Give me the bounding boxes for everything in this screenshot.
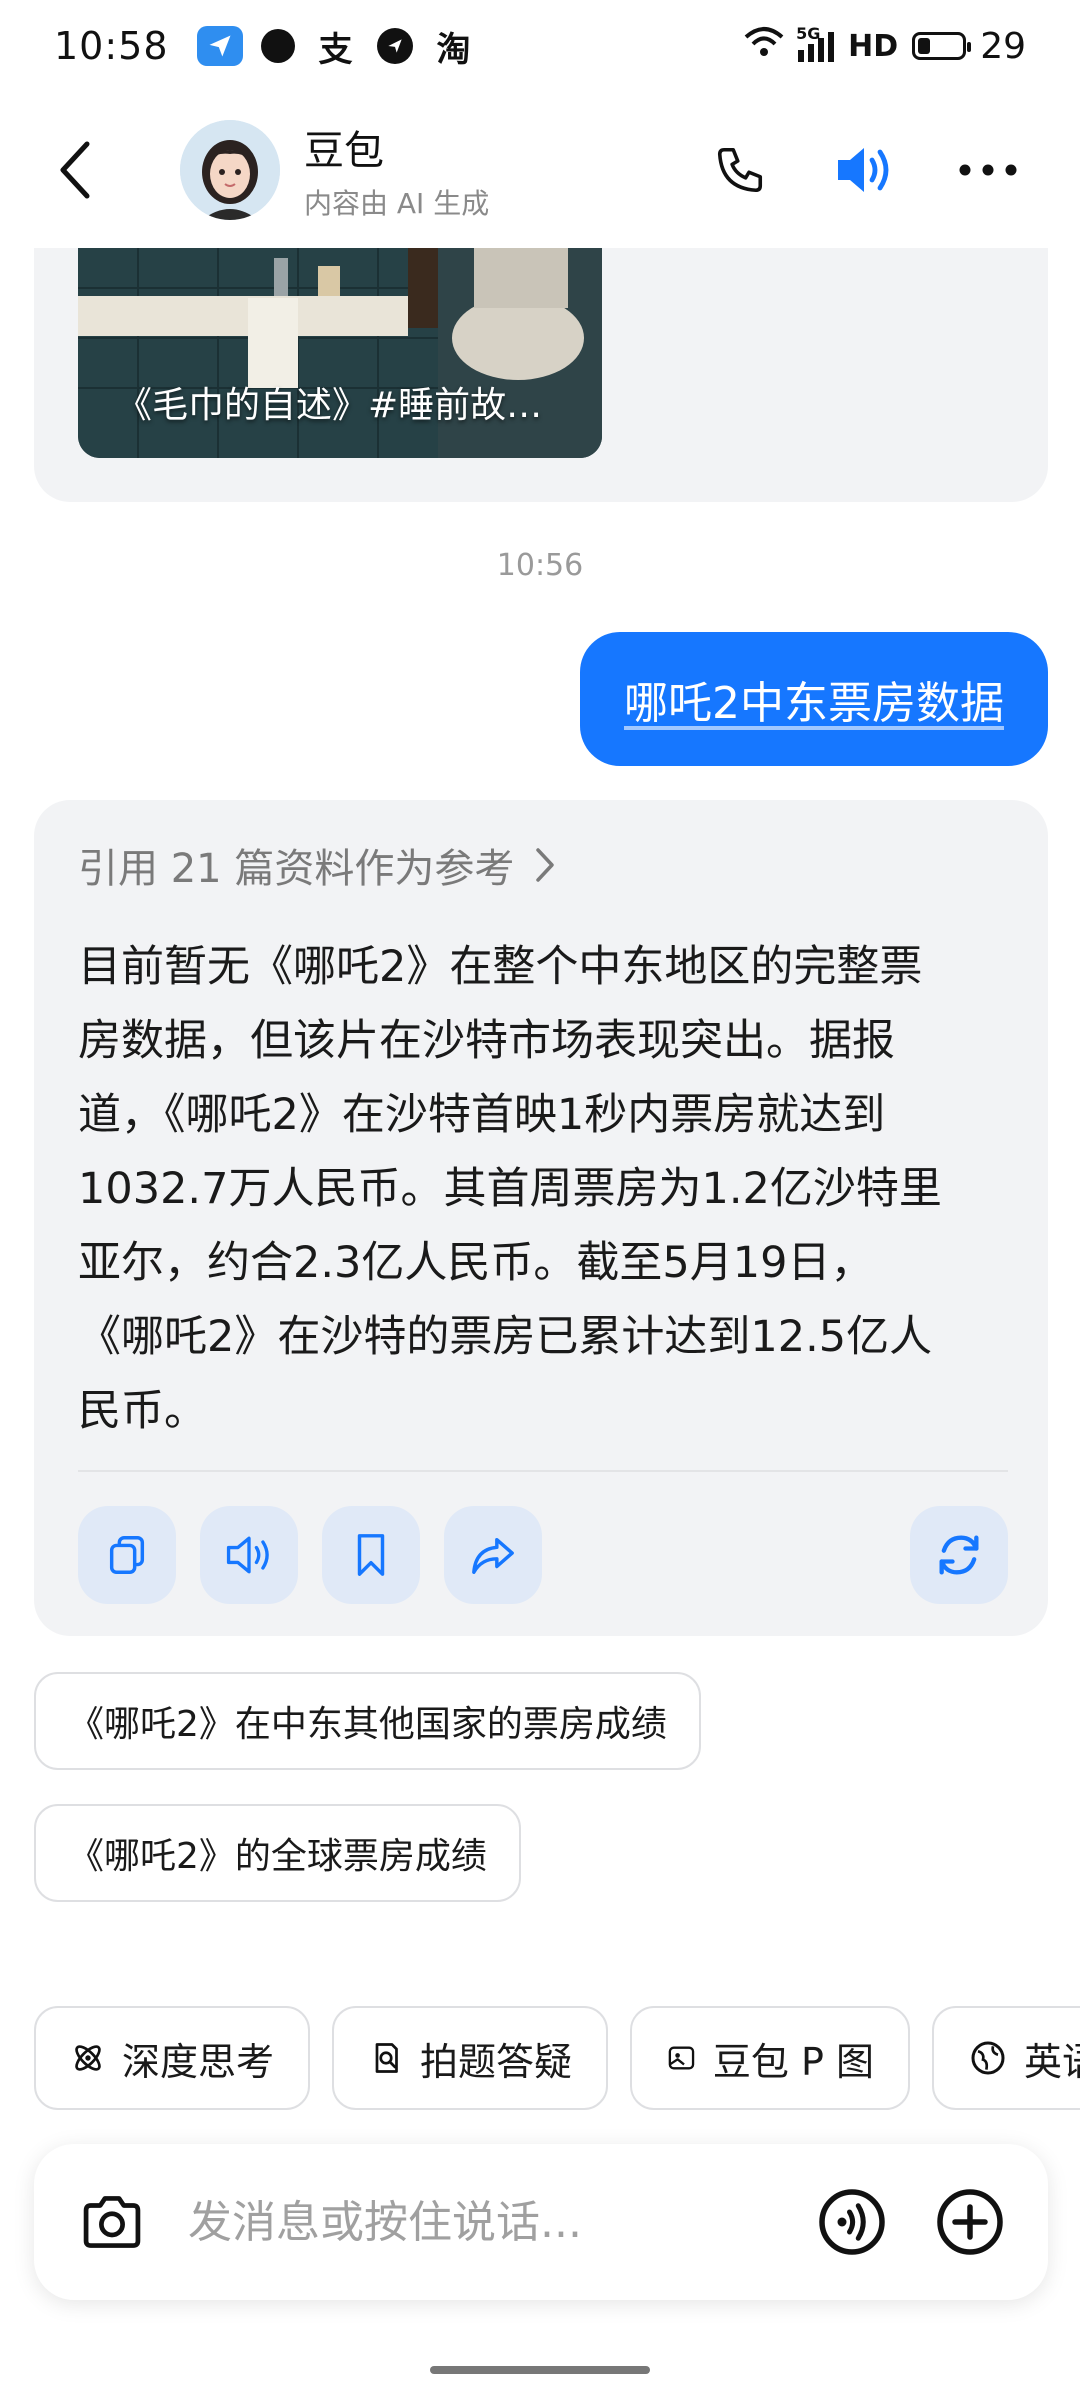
back-button[interactable] [40, 125, 110, 215]
chat-title: 豆包 [304, 128, 384, 174]
camera-button[interactable] [74, 2184, 150, 2260]
avatar[interactable] [180, 120, 280, 220]
dot-icon [260, 29, 295, 63]
status-time: 10:58 [54, 24, 169, 68]
camera-icon [83, 2196, 141, 2248]
telegram-icon [196, 26, 243, 66]
tool-deep-think[interactable]: 深度思考 [34, 2006, 310, 2110]
answer-actions [78, 1506, 1008, 1606]
header-actions [708, 138, 1040, 202]
ai-answer-card: 引用 21 篇资料作为参考 目前暂无《哪吒2》在整个中东地区的完整票 房数据，但… [34, 800, 1048, 1636]
previous-message-card: 《毛巾的自述》#睡前故… [34, 248, 1048, 502]
suggestion-label: 《哪吒2》在中东其他国家的票房成绩 [68, 1704, 667, 1745]
suggestion-label: 《哪吒2》的全球票房成绩 [68, 1836, 487, 1877]
tool-image-edit[interactable]: 豆包 P 图 [630, 2006, 910, 2110]
answer-text: 目前暂无《哪吒2》在整个中东地区的完整票 房数据，但该片在沙特市场表现突出。据报… [78, 930, 1008, 1448]
share-button[interactable] [444, 1506, 542, 1604]
message-timestamp: 10:56 [496, 548, 584, 583]
more-icon [959, 164, 1017, 176]
tool-label: 豆包 P 图 [712, 2039, 874, 2084]
answer-line: 房数据，但该片在沙特市场表现突出。据报 [78, 1016, 895, 1066]
message-input[interactable] [188, 2196, 814, 2248]
references-link[interactable]: 引用 21 篇资料作为参考 [78, 836, 556, 894]
chat-header: 豆包 内容由 AI 生成 [0, 100, 1080, 240]
speaker-outline-icon [226, 1536, 269, 1574]
answer-line: 《哪吒2》在沙特的票房已累计达到12.5亿人 [78, 1312, 933, 1362]
phone-icon [717, 147, 763, 193]
add-button[interactable] [932, 2184, 1008, 2260]
bookmark-button[interactable] [322, 1506, 420, 1604]
status-right: 5G HD 29 [744, 24, 1026, 68]
status-bar: 10:58 支 淘 5G HD 29 [0, 0, 1080, 92]
taobao-icon: 淘 [436, 29, 471, 70]
tool-label: 深度思考 [121, 2039, 274, 2084]
speaker-button[interactable] [832, 138, 896, 202]
regenerate-button[interactable] [910, 1506, 1008, 1604]
bookmark-icon [357, 1534, 385, 1576]
tool-photo-question[interactable]: 拍题答疑 [332, 2006, 608, 2110]
globe-icon [971, 2041, 1005, 2075]
suggestion-chip[interactable]: 《哪吒2》在中东其他国家的票房成绩 [34, 1672, 701, 1770]
tool-label: 英语 [1024, 2039, 1080, 2084]
share-icon [472, 1537, 514, 1574]
user-message-bubble[interactable]: 哪吒2中东票房数据 [580, 632, 1048, 766]
image-edit-icon [668, 2046, 695, 2070]
battery-fill [918, 38, 931, 54]
voice-call-button[interactable] [814, 2184, 890, 2260]
call-button[interactable] [708, 138, 772, 202]
answer-line: 亚尔，约合2.3亿人民币。截至5月19日， [78, 1238, 874, 1288]
send-icon [376, 28, 413, 64]
suggestion-chip[interactable]: 《哪吒2》的全球票房成绩 [34, 1804, 521, 1902]
hd-label: HD [848, 28, 899, 64]
message-input-bar [34, 2144, 1048, 2300]
signal-icon: 5G [796, 24, 835, 62]
answer-line: 1032.7万人民币。其首周票房为1.2亿沙特里 [78, 1164, 942, 1214]
scan-question-icon [375, 2043, 398, 2073]
references-label: 引用 21 篇资料作为参考 [78, 846, 515, 892]
ai-disclaimer: 内容由 AI 生成 [304, 187, 490, 220]
tool-label: 拍题答疑 [419, 2039, 572, 2084]
tool-shortcuts: 深度思考 拍题答疑 豆包 P 图 英语 [34, 2006, 1080, 2110]
battery-icon [912, 32, 972, 60]
title-block: 豆包 内容由 AI 生成 [304, 118, 489, 222]
story-title: 《毛巾的自述》#睡前故… [116, 385, 543, 426]
speaker-icon [838, 148, 889, 192]
divider [78, 1470, 1008, 1472]
chevron-right-icon [536, 848, 555, 882]
atom-icon [75, 2045, 101, 2071]
plus-circle-icon [937, 2189, 1003, 2255]
wifi-icon [744, 25, 784, 68]
network-label: 5G [796, 24, 821, 43]
alipay-icon: 支 [318, 29, 353, 70]
more-button[interactable] [956, 138, 1020, 202]
home-indicator[interactable] [430, 2366, 650, 2374]
copy-icon [109, 1536, 145, 1574]
story-thumbnail[interactable]: 《毛巾的自述》#睡前故… [78, 248, 602, 458]
tool-english[interactable]: 英语 [932, 2006, 1080, 2110]
copy-button[interactable] [78, 1506, 176, 1604]
refresh-icon [939, 1535, 979, 1575]
answer-line: 目前暂无《哪吒2》在整个中东地区的完整票 [78, 942, 923, 992]
voice-wave-icon [819, 2189, 885, 2255]
chevron-left-icon [60, 141, 90, 199]
read-aloud-button[interactable] [200, 1506, 298, 1604]
status-left: 10:58 支 淘 [54, 24, 477, 70]
battery-level: 29 [980, 25, 1026, 67]
answer-line: 民币。 [78, 1386, 207, 1436]
answer-line: 道，《哪吒2》在沙特首映1秒内票房就达到 [78, 1090, 886, 1140]
user-message-text: 哪吒2中东票房数据 [624, 678, 1004, 729]
